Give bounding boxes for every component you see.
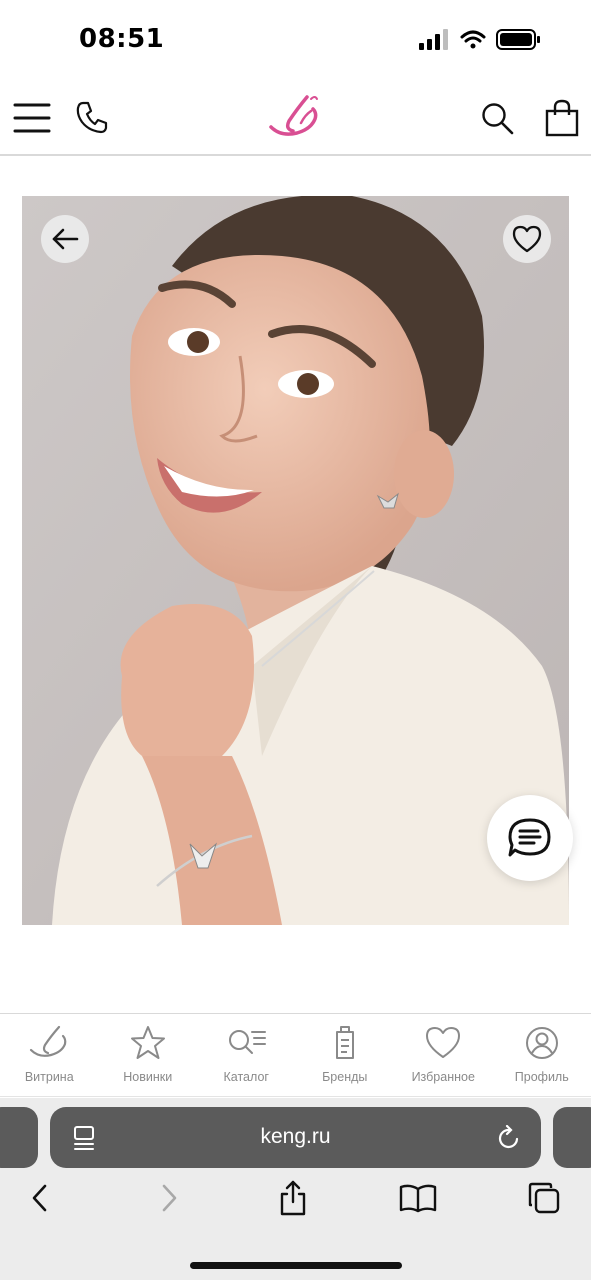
previous-tab-peek[interactable] [0,1107,38,1168]
nav-item-new[interactable]: Новинки [99,1014,198,1096]
share-icon[interactable] [273,1178,313,1218]
profile-icon [525,1027,558,1059]
phone-icon[interactable] [74,99,110,135]
favorite-button[interactable] [503,215,551,263]
nav-item-showcase[interactable]: Витрина [0,1014,99,1096]
product-photo-illustration [22,196,569,925]
cellular-signal-icon [419,29,448,50]
star-icon [130,1026,165,1059]
chat-icon [508,818,551,857]
nav-item-catalog[interactable]: Каталог [197,1014,296,1096]
nav-label: Профиль [514,1070,569,1084]
status-time: 08:51 [79,24,165,54]
arrow-left-icon [52,228,79,250]
nav-label: Бренды [322,1070,368,1084]
browser-toolbar: keng.ru [0,1098,591,1280]
nav-item-brands[interactable]: Бренды [296,1014,395,1096]
reload-icon[interactable] [497,1125,521,1151]
nav-label: Избранное [411,1070,475,1084]
bottom-nav: Витрина Новинки Каталог Бренды Избранное… [0,1013,591,1097]
chat-button[interactable] [487,795,573,881]
home-indicator [190,1262,402,1269]
nav-label: Каталог [223,1070,269,1084]
menu-icon[interactable] [12,98,52,138]
tabs-icon[interactable] [524,1178,564,1218]
bookmarks-icon[interactable] [398,1178,438,1218]
catalog-search-icon [229,1030,267,1054]
nav-label: Витрина [24,1070,74,1084]
tag-icon [335,1026,354,1059]
showcase-logo-icon [30,1025,67,1057]
status-bar: 08:51 [0,0,591,80]
battery-icon [496,29,540,50]
next-tab-peek[interactable] [553,1107,591,1168]
search-icon[interactable] [479,100,515,136]
site-header [0,80,591,156]
heart-icon [512,225,542,253]
forward-icon[interactable] [149,1178,189,1218]
nav-item-profile[interactable]: Профиль [493,1014,591,1096]
wifi-icon [460,30,486,49]
cart-icon[interactable] [543,98,581,138]
heart-icon [426,1027,461,1058]
nav-label: Новинки [123,1070,173,1084]
status-icons [419,29,540,50]
back-icon[interactable] [20,1178,60,1218]
address-bar[interactable]: keng.ru [50,1107,541,1168]
brand-logo[interactable] [266,92,322,142]
nav-item-favorites[interactable]: Избранное [394,1014,493,1096]
back-button[interactable] [41,215,89,263]
url-text: keng.ru [260,1125,331,1148]
product-image[interactable] [22,196,569,925]
